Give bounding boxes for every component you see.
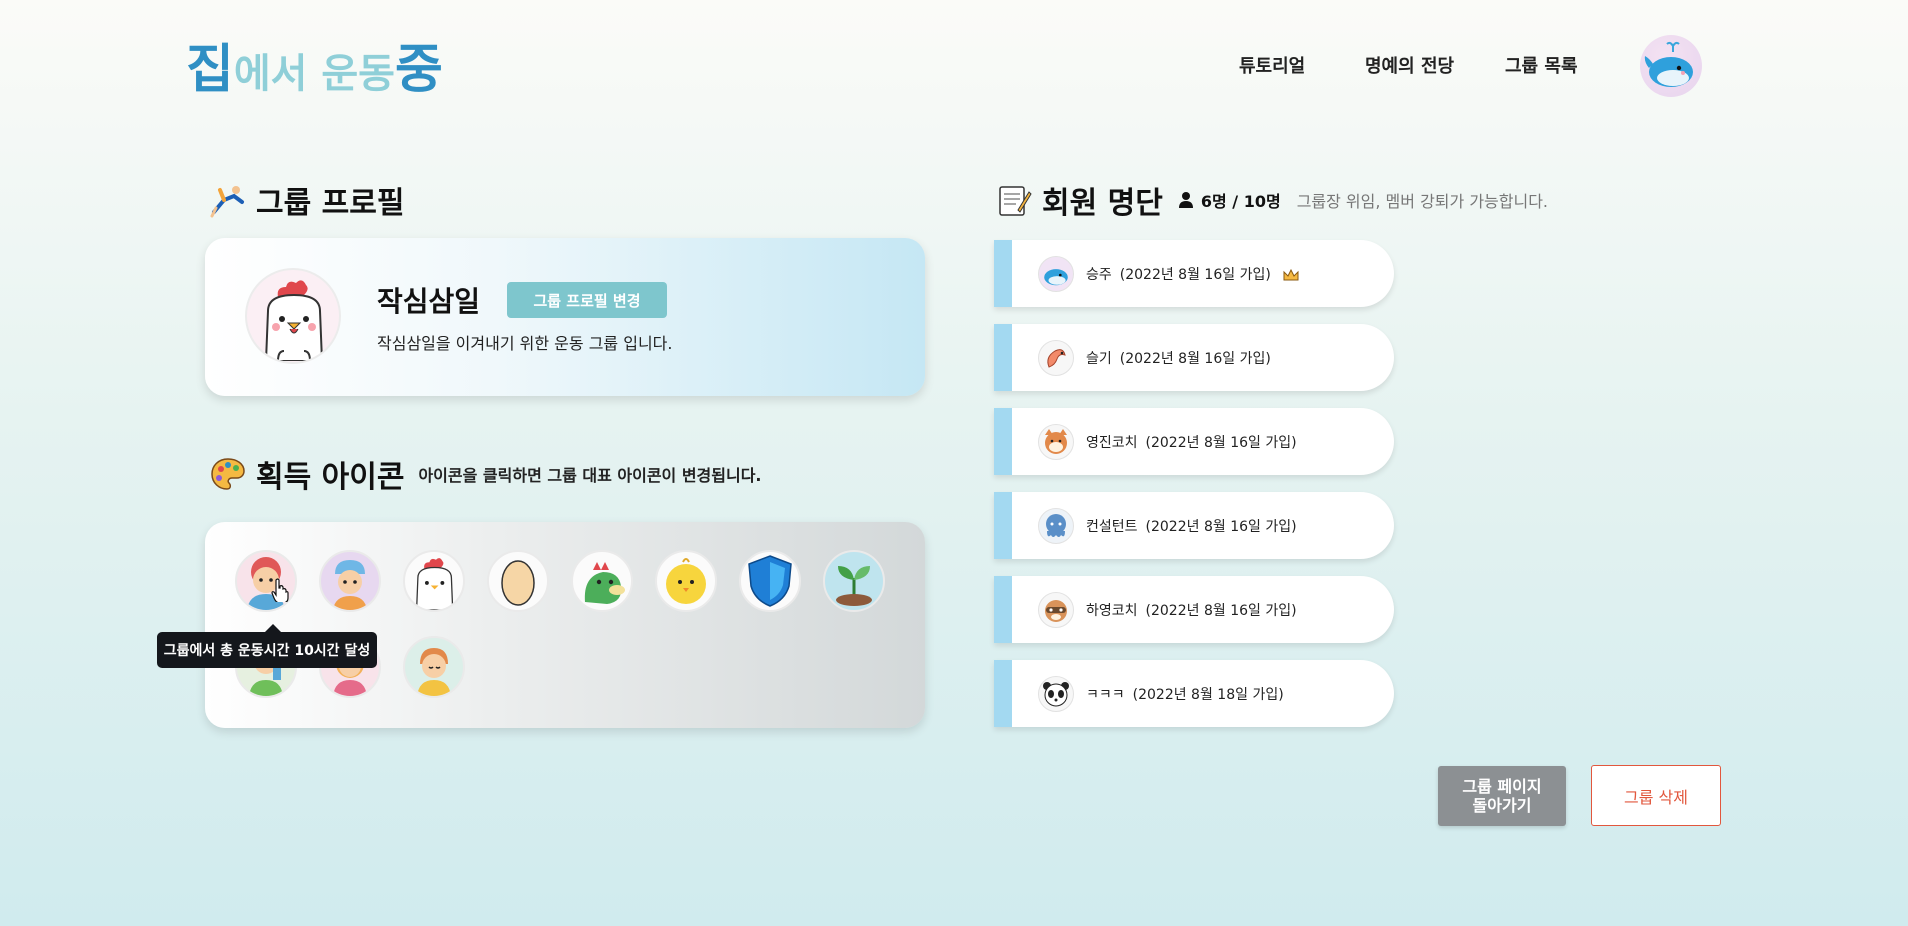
member-name: 하영코치 <box>1086 602 1138 619</box>
member-avatar <box>1038 255 1074 292</box>
member-join-date: (2022년 8월 16일 가입) <box>1145 602 1297 619</box>
octopus-icon <box>1046 513 1066 537</box>
hand-cursor-icon <box>271 578 289 602</box>
nav-tutorial[interactable]: 튜토리얼 <box>1239 52 1305 78</box>
member-name: 영진코치 <box>1086 434 1138 451</box>
nav-hall-of-fame[interactable]: 명예의 전당 <box>1365 52 1454 78</box>
rooster-icon <box>264 280 324 361</box>
icon-slot-sprout[interactable] <box>823 550 885 612</box>
rooster-icon <box>415 558 454 610</box>
profile-section-label: 그룹 프로필 <box>256 186 405 221</box>
boy-smile-icon <box>417 648 451 696</box>
member-join-date: (2022년 8월 16일 가입) <box>1119 266 1271 283</box>
icon-slot-cap-kid[interactable] <box>319 550 381 612</box>
logo-part-3: 중 <box>394 40 443 100</box>
logo-part-1: 집 <box>186 40 234 100</box>
nav-group-list[interactable]: 그룹 목록 <box>1505 52 1578 78</box>
user-avatar[interactable] <box>1640 35 1702 97</box>
member-row[interactable]: 슬기 (2022년 8월 16일 가입) <box>994 324 1394 391</box>
member-bar <box>994 576 1012 643</box>
icon-tooltip: 그룹에서 총 운동시간 10시간 달성 <box>157 624 377 668</box>
member-row[interactable]: 영진코치 (2022년 8월 16일 가입) <box>994 408 1394 475</box>
sprout-icon <box>836 566 872 606</box>
icon-slot-chick[interactable] <box>655 550 717 612</box>
member-name: 컨설턴트 <box>1086 518 1138 535</box>
member-row[interactable]: 하영코치 (2022년 8월 16일 가입) <box>994 576 1394 643</box>
icons-section-title: 획득 아이콘 아이콘을 클릭하면 그룹 대표 아이콘이 변경됩니다. <box>208 452 762 496</box>
member-bar <box>994 240 1012 307</box>
dragon-icon <box>584 562 625 604</box>
egg-icon <box>501 560 535 606</box>
member-hint: 그룹장 위임, 멤버 강퇴가 가능합니다. <box>1296 192 1549 211</box>
raccoon-icon <box>1045 599 1067 622</box>
back-to-group-button[interactable]: 그룹 페이지 돌아가기 <box>1438 766 1566 826</box>
member-count-value: 6명 / 10명 <box>1200 192 1281 211</box>
member-join-date: (2022년 8월 16일 가입) <box>1145 434 1297 451</box>
member-bar <box>994 324 1012 391</box>
member-avatar <box>1038 423 1074 460</box>
icon-slot-rooster[interactable] <box>403 550 465 612</box>
member-avatar <box>1038 675 1074 712</box>
logo[interactable]: 집 에서 운동 중 <box>186 36 443 96</box>
icons-card <box>205 522 925 728</box>
member-bar <box>994 408 1012 475</box>
icons-section-hint: 아이콘을 클릭하면 그룹 대표 아이콘이 변경됩니다. <box>418 466 762 485</box>
group-name: 작심삼일 <box>377 285 481 318</box>
member-count: 6명 / 10명 그룹장 위임, 멤버 강퇴가 가능합니다. <box>1177 188 1548 212</box>
member-row[interactable]: 승주 (2022년 8월 16일 가입) <box>994 240 1394 307</box>
shield-icon <box>748 555 792 607</box>
icon-slot-shield[interactable] <box>739 550 801 612</box>
fox-icon <box>1045 428 1067 454</box>
crown-icon <box>1283 268 1299 280</box>
member-info: 컨설턴트 (2022년 8월 16일 가입) <box>1086 516 1297 536</box>
member-bar <box>994 660 1012 727</box>
member-info: 영진코치 (2022년 8월 16일 가입) <box>1086 432 1297 452</box>
delete-group-button[interactable]: 그룹 삭제 <box>1591 765 1721 826</box>
icon-slot-dragon[interactable] <box>571 550 633 612</box>
member-join-date: (2022년 8월 16일 가입) <box>1145 518 1297 535</box>
whale-avatar-icon <box>1644 41 1693 87</box>
member-name: ㅋㅋㅋ <box>1086 686 1125 703</box>
gymnast-icon <box>208 180 248 220</box>
profile-section-title: 그룹 프로필 <box>208 178 404 222</box>
edit-profile-button[interactable]: 그룹 프로필 변경 <box>507 282 667 318</box>
chick-icon <box>666 558 706 604</box>
group-description: 작심삼일을 이겨내기 위한 운동 그룹 입니다. <box>377 334 673 353</box>
member-info: 슬기 (2022년 8월 16일 가입) <box>1086 348 1271 368</box>
person-icon <box>1178 192 1193 208</box>
group-avatar[interactable] <box>245 268 341 364</box>
panda-icon <box>1043 681 1069 706</box>
profile-card: 작심삼일 그룹 프로필 변경 작심삼일을 이겨내기 위한 운동 그룹 입니다. <box>205 238 925 396</box>
member-row[interactable]: 컨설턴트 (2022년 8월 16일 가입) <box>994 492 1394 559</box>
whale-icon <box>1044 268 1068 285</box>
member-avatar <box>1038 507 1074 544</box>
icon-slot-egg[interactable] <box>487 550 549 612</box>
palette-icon <box>208 454 248 494</box>
member-row[interactable]: ㅋㅋㅋ (2022년 8월 18일 가입) <box>994 660 1394 727</box>
logo-part-2: 에서 운동 <box>233 51 395 97</box>
icon-slot-boy-smile[interactable] <box>403 636 465 698</box>
memo-icon <box>994 180 1034 220</box>
member-info: 승주 (2022년 8월 16일 가입) <box>1086 264 1299 284</box>
member-info: 하영코치 (2022년 8월 16일 가입) <box>1086 600 1297 620</box>
member-avatar <box>1038 339 1074 376</box>
icons-section-label: 획득 아이콘 <box>256 460 405 495</box>
member-join-date: (2022년 8월 18일 가입) <box>1132 686 1284 703</box>
member-bar <box>994 492 1012 559</box>
member-info: ㅋㅋㅋ (2022년 8월 18일 가입) <box>1086 684 1284 704</box>
member-join-date: (2022년 8월 16일 가입) <box>1119 350 1271 367</box>
members-section-label: 회원 명단 <box>1042 186 1163 221</box>
back-button-label: 그룹 페이지 돌아가기 <box>1462 776 1542 815</box>
members-section-title: 회원 명단 6명 / 10명 그룹장 위임, 멤버 강퇴가 가능합니다. <box>994 178 1548 222</box>
shrimp-icon <box>1047 348 1066 368</box>
member-avatar <box>1038 591 1074 628</box>
member-name: 슬기 <box>1086 350 1112 367</box>
member-name: 승주 <box>1086 266 1112 283</box>
cap-kid-icon <box>333 560 367 610</box>
